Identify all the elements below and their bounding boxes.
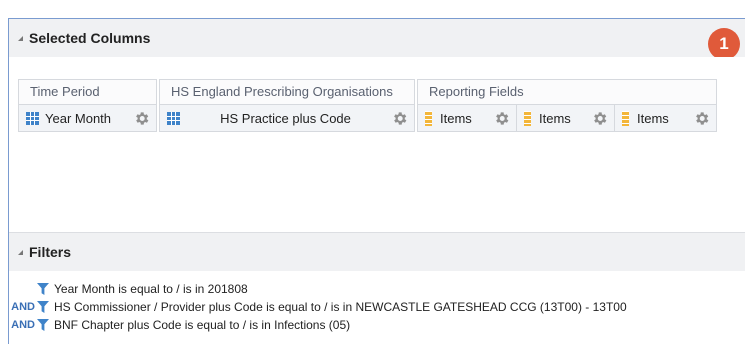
measure-ruler-icon: [524, 110, 531, 126]
attribute-grid-icon: [167, 111, 180, 125]
measure-ruler-icon: [425, 110, 432, 126]
filter-funnel-icon: [37, 283, 49, 295]
column-chip-label: Items: [440, 110, 472, 126]
step-badge: 1: [708, 28, 740, 60]
filters-title: Filters: [29, 244, 72, 260]
attribute-grid-icon: [26, 111, 39, 125]
filter-funnel-icon: [37, 319, 49, 331]
column-chip-label: Items: [637, 110, 669, 126]
column-chip-label: Year Month: [45, 110, 112, 126]
column-chip-practice-plus-code[interactable]: HS Practice plus Code: [160, 105, 414, 131]
column-group-time-period: Time Period Year Month: [18, 79, 157, 132]
selected-columns-area: Time Period Year Month HS England Prescr…: [9, 57, 745, 232]
gear-icon[interactable]: [133, 110, 150, 127]
gear-icon[interactable]: [391, 110, 408, 127]
column-group-reporting-fields: Reporting Fields Items Items Items: [417, 79, 717, 132]
filter-row[interactable]: AND HS Commissioner / Provider plus Code…: [9, 300, 627, 314]
selected-columns-header[interactable]: Selected Columns: [9, 19, 745, 57]
column-group-prescribing-organisations: HS England Prescribing Organisations HS …: [159, 79, 415, 132]
filter-conjunction: AND: [11, 301, 35, 313]
column-chip-items[interactable]: Items: [516, 105, 614, 131]
selected-columns-title: Selected Columns: [29, 30, 151, 46]
column-chip-label: HS Practice plus Code: [220, 110, 351, 126]
filter-text[interactable]: Year Month is equal to / is in 201808: [54, 282, 248, 296]
gear-icon[interactable]: [591, 110, 608, 127]
filter-row[interactable]: AND BNF Chapter plus Code is equal to / …: [9, 318, 350, 332]
filter-row[interactable]: Year Month is equal to / is in 201808: [9, 282, 248, 296]
column-group-title: HS England Prescribing Organisations: [160, 80, 414, 105]
column-chip-year-month[interactable]: Year Month: [19, 105, 156, 131]
filters-header[interactable]: Filters: [9, 232, 745, 271]
criteria-panel: Selected Columns 1 Time Period Year Mont…: [8, 18, 745, 344]
gear-icon[interactable]: [693, 110, 710, 127]
column-group-title: Time Period: [19, 80, 156, 105]
filter-text[interactable]: BNF Chapter plus Code is equal to / is i…: [54, 318, 350, 332]
filters-area: Year Month is equal to / is in 201808 AN…: [9, 271, 745, 344]
collapse-triangle-icon[interactable]: [18, 35, 23, 41]
measure-ruler-icon: [622, 110, 629, 126]
gear-icon[interactable]: [493, 110, 510, 127]
column-groups: Time Period Year Month HS England Prescr…: [18, 79, 717, 132]
filter-conjunction: AND: [11, 319, 35, 331]
filter-funnel-icon: [37, 301, 49, 313]
collapse-triangle-icon[interactable]: [18, 249, 23, 255]
column-group-title: Reporting Fields: [418, 80, 716, 105]
column-chip-items[interactable]: Items: [614, 105, 716, 131]
column-chip-label: Items: [539, 110, 571, 126]
column-chip-items[interactable]: Items: [418, 105, 516, 131]
filter-text[interactable]: HS Commissioner / Provider plus Code is …: [54, 300, 627, 314]
